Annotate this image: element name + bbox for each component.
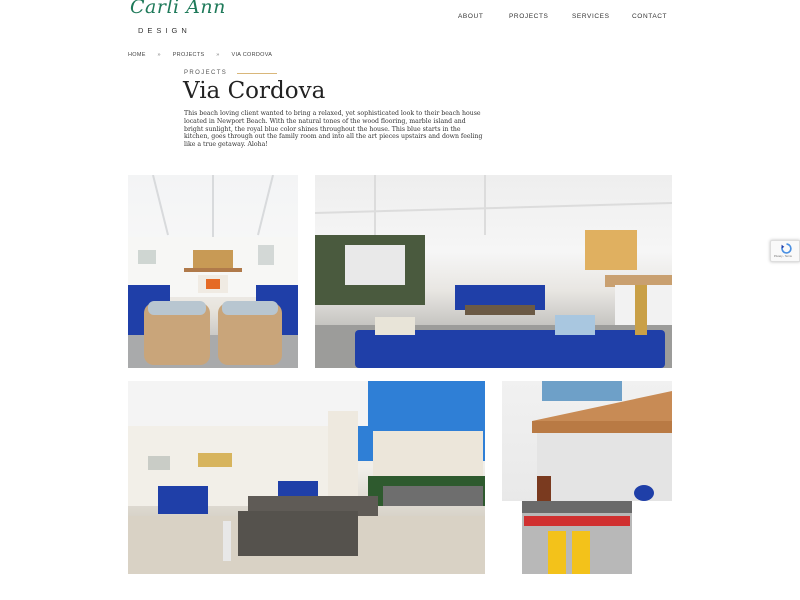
recaptcha-icon <box>781 243 792 254</box>
section-eyebrow: PROJECTS <box>184 70 278 76</box>
nav-projects[interactable]: PROJECTS <box>509 13 548 20</box>
breadcrumb-current: VIA CORDOVA <box>231 52 273 58</box>
gallery-photo-kitchen-range[interactable] <box>502 381 672 574</box>
main-nav: ABOUT PROJECTS SERVICES CONTACT <box>0 13 800 25</box>
patio-image <box>128 381 485 574</box>
eyebrow-label: PROJECTS <box>184 70 228 76</box>
breadcrumb: HOME » PROJECTS » VIA CORDOVA <box>128 52 272 58</box>
living-room-image <box>128 175 298 368</box>
page-title: Via Cordova <box>183 78 326 104</box>
kitchen-image <box>502 381 672 574</box>
eyebrow-divider <box>237 72 278 74</box>
breadcrumb-home[interactable]: HOME <box>128 52 146 58</box>
recaptcha-text: Privacy - Terms <box>774 255 792 258</box>
nav-about[interactable]: ABOUT <box>458 13 483 20</box>
gallery-photo-living-room-blue-sofa[interactable] <box>315 175 672 368</box>
breadcrumb-separator: » <box>157 52 161 58</box>
recaptcha-badge[interactable]: Privacy - Terms <box>770 240 800 262</box>
breadcrumb-separator: » <box>216 52 220 58</box>
gallery-photo-living-room-wicker-chairs[interactable] <box>128 175 298 368</box>
nav-contact[interactable]: CONTACT <box>632 13 667 20</box>
nav-services[interactable]: SERVICES <box>572 13 610 20</box>
breadcrumb-projects[interactable]: PROJECTS <box>173 52 205 58</box>
family-room-image <box>315 175 672 368</box>
project-description: This beach loving client wanted to bring… <box>184 110 483 149</box>
logo-sub: DESIGN <box>138 26 191 35</box>
gallery-photo-patio-dining[interactable] <box>128 381 485 574</box>
